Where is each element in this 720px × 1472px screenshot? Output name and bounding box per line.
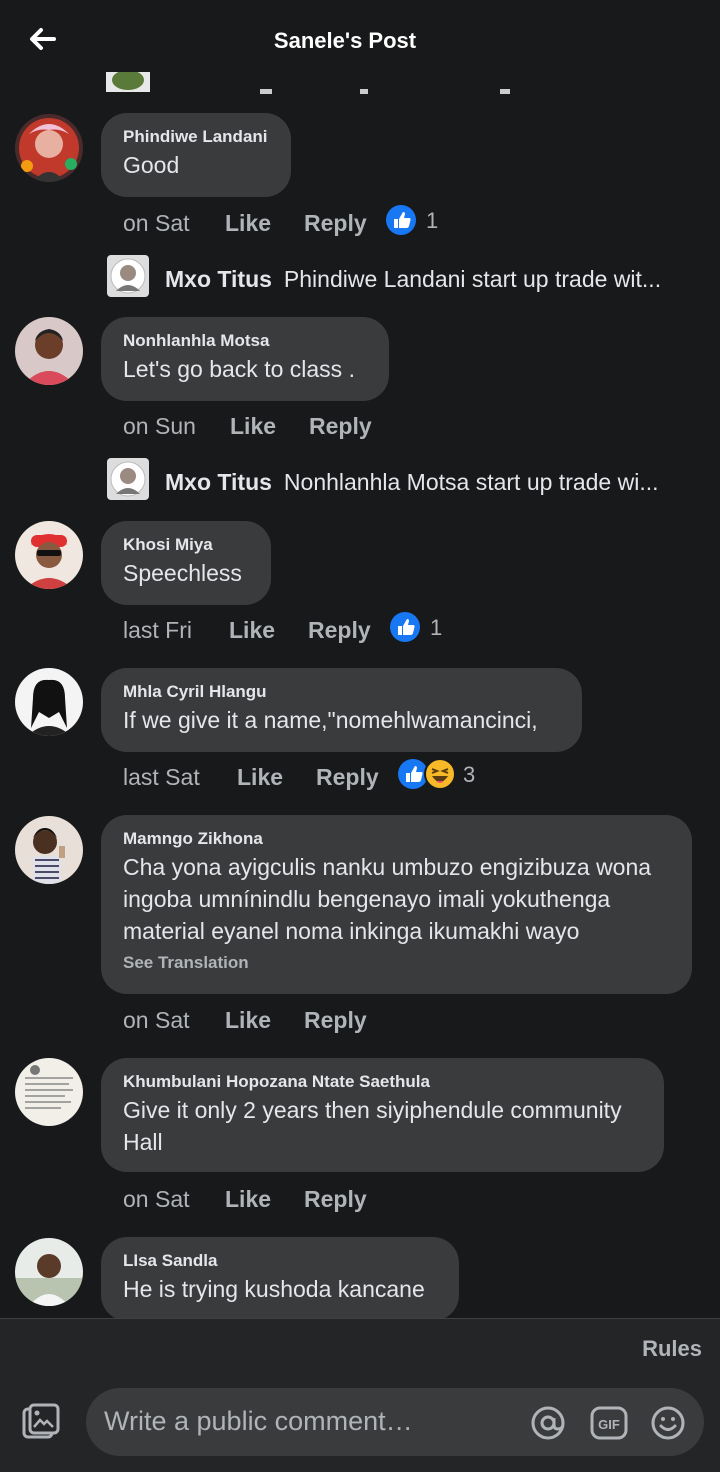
avatar[interactable] [15,114,83,182]
comment-time: last Fri [123,617,192,643]
divider [0,1318,720,1319]
reaction-count[interactable]: 1 [430,615,442,641]
comment-time: last Sat [123,764,200,790]
comment-time: on Sat [123,1007,190,1033]
comment-text: Cha yona ayigculis nanku umbuzo engizibu… [123,854,652,944]
comment-time: on Sun [123,413,196,439]
reply-avatar[interactable] [107,458,149,500]
avatar[interactable] [15,1058,83,1126]
comment-text: Speechless [123,560,242,586]
emoji-icon[interactable] [649,1404,687,1447]
like-button[interactable]: Like [225,210,271,237]
comment-author[interactable]: Khumbulani Hopozana Ntate Saethula [123,1070,642,1094]
comment-time: on Sat [123,210,190,236]
avatar[interactable] [15,1238,83,1306]
comment-bubble[interactable]: Mhla Cyril Hlangu If we give it a name,"… [101,668,582,752]
comment-text: Let's go back to class . [123,356,355,382]
comment-text: Give it only 2 years then siyiphendule c… [123,1097,622,1155]
previous-reply-text [160,84,520,94]
reply-avatar[interactable] [107,255,149,297]
comment-bubble[interactable]: Mamngo Zikhona Cha yona ayigculis nanku … [101,815,692,994]
comment-bubble[interactable]: Nonhlanhla Motsa Let's go back to class … [101,317,389,401]
comment-bubble[interactable]: Phindiwe Landani Good [101,113,291,197]
comment-author[interactable]: Nonhlanhla Motsa [123,329,367,353]
reply-text: Nonhlanhla Motsa start up trade wi... [283,469,659,495]
avatar[interactable] [15,668,83,736]
rules-link[interactable]: Rules [642,1336,702,1362]
avatar[interactable] [15,317,83,385]
reply-button[interactable]: Reply [304,1007,367,1034]
avatar[interactable] [15,521,83,589]
like-button[interactable]: Like [230,413,276,440]
gif-label: GIF [598,1417,620,1432]
mention-icon[interactable] [530,1405,566,1446]
reply-author[interactable]: Mxo Titus [165,469,272,495]
reply-button[interactable]: Reply [308,617,371,644]
like-reaction-icon[interactable] [385,204,417,241]
see-translation-link[interactable]: See Translation [123,953,670,973]
photo-icon[interactable] [20,1403,60,1448]
reaction-count[interactable]: 3 [463,762,475,788]
reply-preview[interactable]: Mxo Titus Nonhlanhla Motsa start up trade… [165,469,659,496]
comment-bubble[interactable]: Khosi Miya Speechless [101,521,271,605]
haha-reaction-icon[interactable] [424,758,456,795]
reply-button[interactable]: Reply [304,210,367,237]
like-reaction-icon[interactable] [389,611,421,648]
like-button[interactable]: Like [229,617,275,644]
comment-input-placeholder[interactable]: Write a public comment… [104,1406,413,1437]
reply-preview[interactable]: Mxo Titus Phindiwe Landani start up trade… [165,266,661,293]
reply-button[interactable]: Reply [309,413,372,440]
comment-author[interactable]: Phindiwe Landani [123,125,269,149]
comment-bubble[interactable]: LIsa Sandla He is trying kushoda kancane [101,1237,459,1321]
avatar[interactable] [15,816,83,884]
comment-text: If we give it a name,"nomehlwamancinci, [123,707,538,733]
comment-bubble[interactable]: Khumbulani Hopozana Ntate Saethula Give … [101,1058,664,1172]
reply-author[interactable]: Mxo Titus [165,266,272,292]
comment-text: He is trying kushoda kancane [123,1276,425,1302]
comment-author[interactable]: LIsa Sandla [123,1249,437,1273]
reaction-count[interactable]: 1 [426,208,438,234]
like-button[interactable]: Like [237,764,283,791]
previous-reply-avatar [106,72,150,92]
comment-time: on Sat [123,1186,190,1212]
gif-icon[interactable]: GIF [590,1404,628,1447]
like-button[interactable]: Like [225,1007,271,1034]
reply-text: Phindiwe Landani start up trade wit... [283,266,662,292]
comment-author[interactable]: Khosi Miya [123,533,249,557]
comment-author[interactable]: Mamngo Zikhona [123,827,670,851]
reply-button[interactable]: Reply [316,764,379,791]
page-title: Sanele's Post [273,28,417,53]
comment-author[interactable]: Mhla Cyril Hlangu [123,680,560,704]
reply-button[interactable]: Reply [304,1186,367,1213]
comment-text: Good [123,152,180,178]
like-button[interactable]: Like [225,1186,271,1213]
